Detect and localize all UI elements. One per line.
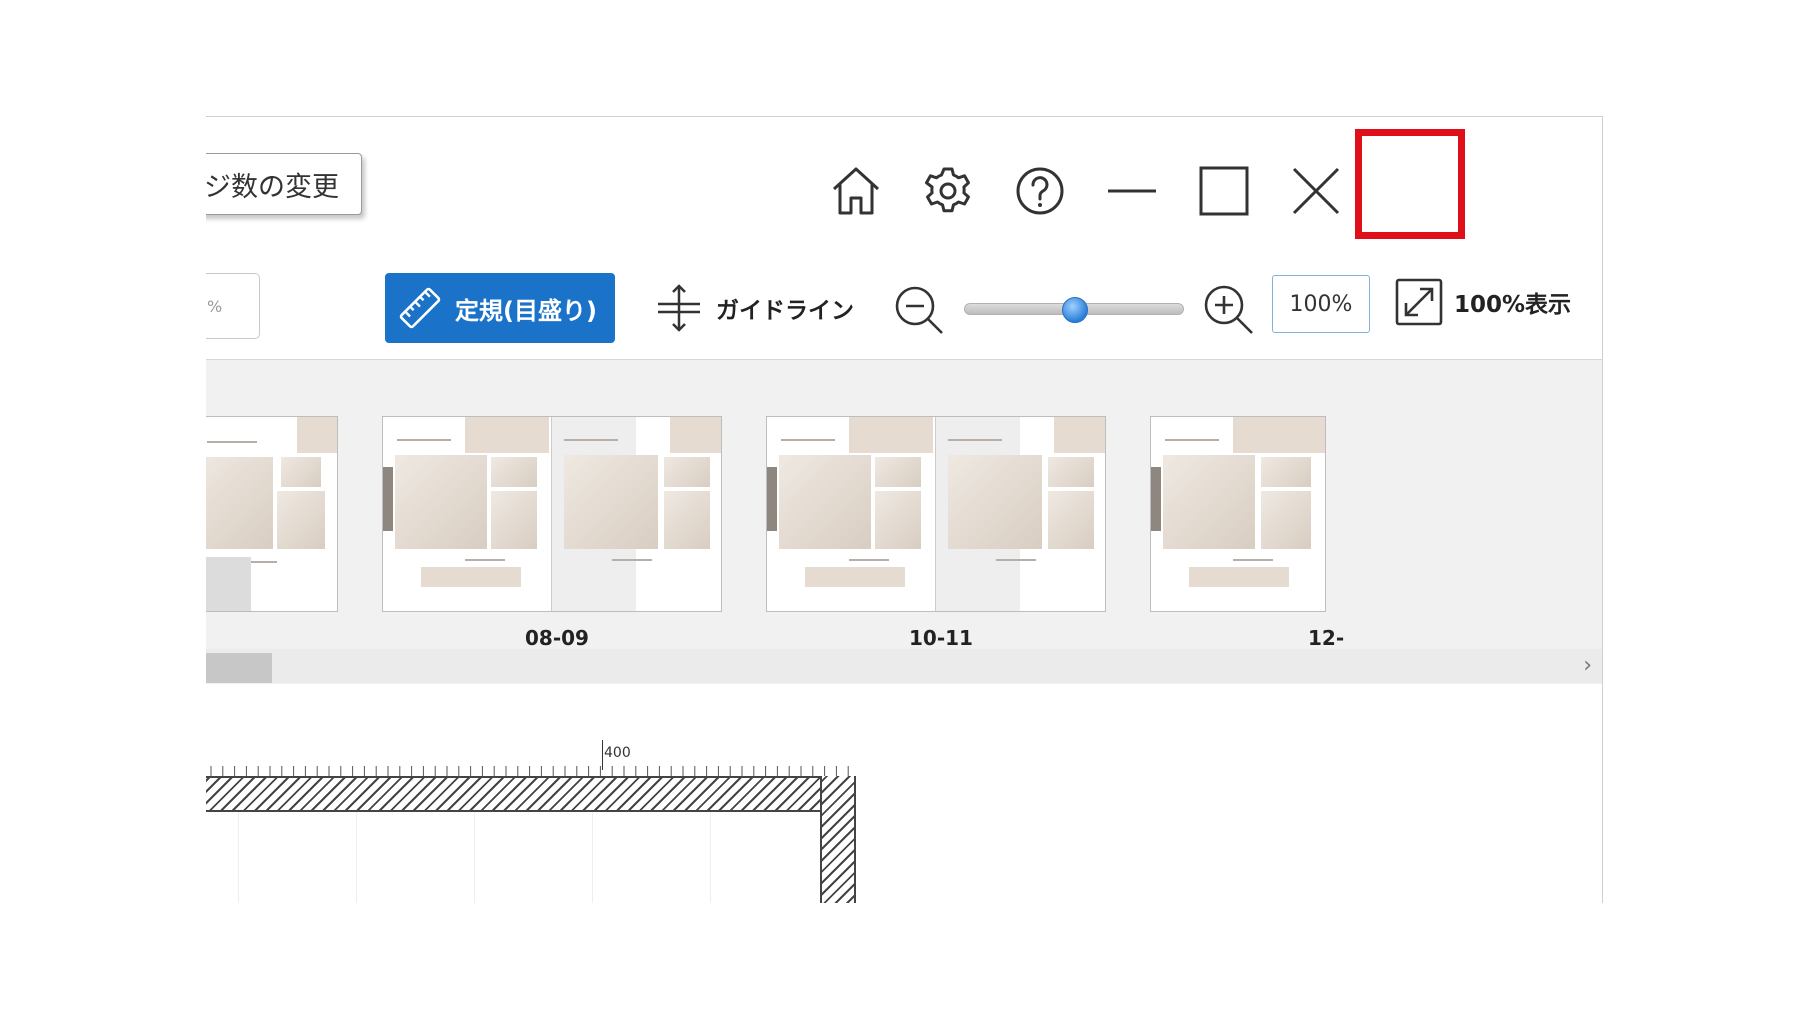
grid-line xyxy=(710,812,711,903)
scroll-right-icon[interactable]: › xyxy=(1583,653,1592,678)
zoom-percent-input[interactable]: 100% xyxy=(1272,275,1370,333)
grid-line xyxy=(356,812,357,903)
ruler-label: 400 xyxy=(604,745,631,761)
title-bar: ジ数の変更 xyxy=(206,117,1602,255)
expand-icon xyxy=(1395,278,1443,326)
ruler-button[interactable]: 定規(目盛り) xyxy=(385,273,615,343)
fit-100-button[interactable]: 100%表示 xyxy=(1394,277,1571,327)
spread-thumbnail[interactable] xyxy=(206,416,338,612)
thumbnail-scrollbar[interactable]: › xyxy=(206,649,1602,683)
grid-line xyxy=(474,812,475,903)
scrollbar-thumb[interactable] xyxy=(206,653,272,683)
spread-thumbnail-08-09[interactable] xyxy=(382,416,722,612)
zoom-percent-value: 100% xyxy=(1289,291,1353,317)
partial-percent-field[interactable]: % xyxy=(206,273,260,339)
zoom-slider[interactable] xyxy=(964,297,1184,323)
zoom-in-icon[interactable] xyxy=(1200,281,1256,337)
grid-line xyxy=(238,812,239,903)
change-page-count-button[interactable]: ジ数の変更 xyxy=(206,153,362,215)
ruler-icon xyxy=(399,287,441,329)
ruler-ticks xyxy=(210,766,849,776)
zoom-slider-thumb[interactable] xyxy=(1062,297,1088,323)
home-icon[interactable] xyxy=(826,161,886,221)
guideline-button[interactable]: ガイドライン xyxy=(654,283,854,333)
maximize-icon[interactable] xyxy=(1194,161,1254,221)
bleed-area-right xyxy=(820,776,856,903)
gear-icon[interactable] xyxy=(918,161,978,221)
spread-label: 10-11 xyxy=(909,626,973,650)
spread-thumbnail-12[interactable] xyxy=(1150,416,1326,612)
fit-100-label: 100%表示 xyxy=(1454,292,1572,318)
guideline-label: ガイドライン xyxy=(716,298,854,324)
editor-toolbar: % 定規(目盛り) ガイドライン 100% 100%表示 xyxy=(206,255,1602,360)
spread-thumbnail-10-11[interactable] xyxy=(766,416,1106,612)
maximize-highlight-box xyxy=(1355,129,1465,239)
zoom-out-icon[interactable] xyxy=(892,283,946,337)
minimize-icon[interactable] xyxy=(1102,161,1162,221)
bleed-area-top xyxy=(206,776,856,812)
close-icon[interactable] xyxy=(1286,161,1346,221)
change-page-count-label: ジ数の変更 xyxy=(206,171,339,203)
editing-canvas[interactable]: 400 xyxy=(206,684,1602,903)
app-window: ジ数の変更 % 定規(目盛り) ガイドライン 100% 100%表示 08-09… xyxy=(206,116,1603,903)
page-thumbnail-strip: 08-09 10-11 12- › xyxy=(206,360,1602,684)
help-icon[interactable] xyxy=(1010,161,1070,221)
spread-label: 08-09 xyxy=(525,626,589,650)
grid-line xyxy=(592,812,593,903)
spread-label: 12- xyxy=(1308,626,1345,650)
partial-percent-value: % xyxy=(207,296,223,316)
guideline-icon xyxy=(658,284,700,332)
ruler-button-label: 定規(目盛り) xyxy=(455,296,597,325)
